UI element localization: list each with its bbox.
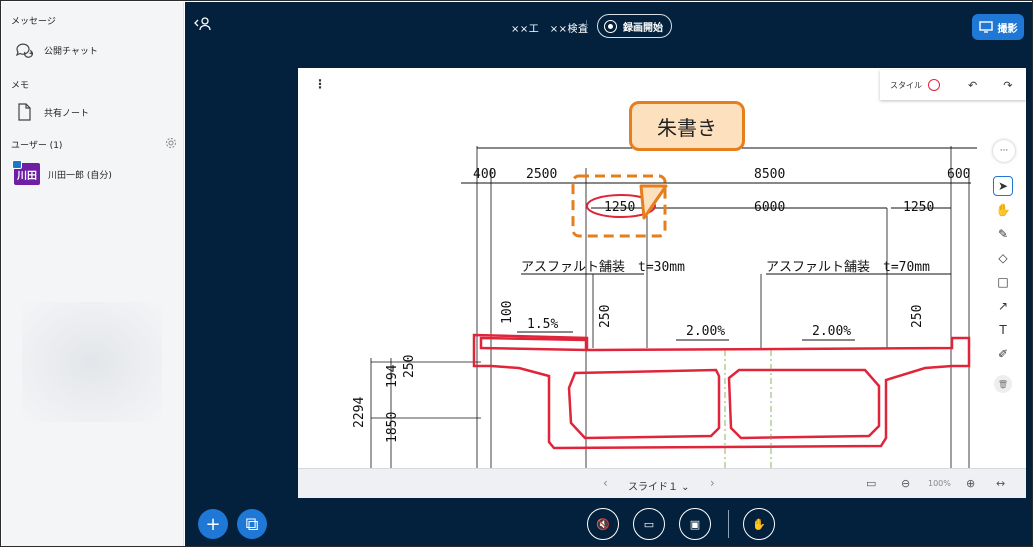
public-chat-label: 公開チャット [44,46,98,57]
dim-194: 194 [385,364,400,388]
zoom-in-icon[interactable]: ⊕ [966,477,975,490]
style-toolbar: スタイル ↶ ↷ [880,70,1026,100]
more-options-icon[interactable]: ⋮ [314,78,326,90]
dim-250-right: 250 [910,305,925,328]
select-tool-icon[interactable]: ➤ [993,176,1013,196]
avatar: 川田 [12,160,40,185]
public-chat-item[interactable]: 公開チャット [14,40,98,60]
redo-icon[interactable]: ↷ [1003,79,1012,92]
app-window: メッセージ 公開チャット メモ 共有ノート ユーザー (1) 川田 川田一郎 (… [0,0,1033,547]
dim-250-left: 250 [598,305,613,328]
shared-note-item[interactable]: 共有ノート [14,102,89,122]
user-name: 川田一郎 (自分) [48,170,112,181]
divider [728,510,729,538]
dim-2500: 2500 [526,167,557,182]
memo-heading: メモ [11,81,30,91]
dim-8500: 8500 [754,167,785,182]
more-tools-icon[interactable]: ··· [993,140,1015,162]
slide-footer: ‹ スライド１ ⌄ › ▭ ⊖ 100% ⊕ ↔ [298,468,1026,498]
raise-hand-button[interactable]: ✋ [743,508,775,540]
monitor-icon [978,21,993,33]
fit-width-icon[interactable]: ↔ [996,477,1005,490]
pan-tool-icon[interactable]: ✋ [993,200,1013,220]
slide-selector[interactable]: スライド１ ⌄ [628,478,690,493]
presenter-icon [12,160,22,169]
eraser-tool-icon[interactable]: ◇ [993,248,1013,268]
camera-button[interactable]: ▭ [633,508,665,540]
note-icon [18,103,31,121]
text-tool-icon[interactable]: T [993,320,1013,340]
undo-icon[interactable]: ↶ [968,79,977,92]
record-icon [604,19,617,33]
gear-icon[interactable] [165,137,177,149]
pen-tool-icon[interactable]: ✎ [993,224,1013,244]
rectangle-tool-icon[interactable]: □ [993,272,1013,292]
dim-1250-left: 1250 [604,200,635,215]
arrow-tool-icon[interactable]: ↗ [993,296,1013,316]
sidebar: メッセージ 公開チャット メモ 共有ノート ユーザー (1) 川田 川田一郎 (… [2,2,184,546]
share-label: 撮影 [997,23,1018,35]
zoom-out-icon[interactable]: ⊖ [901,477,910,490]
main-area: ××工 ××検査 録画開始 撮影 ⋮ スタイル ↶ ↷ 400 2500 850… [185,2,1032,546]
users-heading: ユーザー (1) [11,141,63,151]
shared-note-label: 共有ノート [44,108,90,119]
note-edit-tool-icon[interactable]: ✐ [993,344,1013,364]
next-slide-icon[interactable]: › [710,476,715,490]
record-label: 録画開始 [623,22,663,34]
dim-100: 100 [500,301,515,324]
screen-share-button[interactable]: ▣ [679,508,711,540]
trash-icon[interactable]: 🗑 [994,375,1012,393]
dim-1250-right: 1250 [903,200,934,215]
engineering-drawing: 400 2500 8500 600 1250 6000 1250 アスファルト舗… [352,146,977,468]
annotation-tools: ··· ➤ ✋ ✎ ◇ □ ↗ T ✐ 🗑 [986,138,1020,418]
divider [586,20,587,32]
share-screen-button[interactable]: 撮影 [972,14,1024,40]
zoom-level: 100% [928,479,951,488]
style-label: スタイル [890,80,922,90]
pavement-left: アスファルト舗装 t=30mm [521,260,685,275]
color-picker[interactable] [928,79,940,91]
external-link-button[interactable]: ⧉ [237,509,267,539]
pavement-right: アスファルト舗装 t=70mm [766,260,930,275]
slope-center-right: 2.00% [812,324,851,339]
dim-600: 600 [947,167,970,182]
dim-2294: 2294 [352,397,367,428]
dim-6000: 6000 [754,200,785,215]
audio-button[interactable]: 🔇 [587,508,619,540]
user-item[interactable]: 川田 川田一郎 (自分) [12,160,112,185]
record-button[interactable]: 録画開始 [597,14,672,38]
messages-heading: メッセージ [11,17,56,27]
dim-250: 250 [402,355,417,378]
slope-center-left: 2.00% [686,324,725,339]
dim-1850: 1850 [385,412,400,443]
add-button[interactable]: + [198,509,228,539]
thumbnail-icon[interactable]: ▭ [866,477,876,490]
callout-bubble: 朱書き [629,101,745,151]
blurred-area [22,302,162,422]
presenter-icon[interactable] [193,16,211,32]
meeting-title: ××工 ××検査 [511,24,589,35]
chat-icon [15,43,34,58]
slope-left: 1.5% [527,317,558,332]
prev-slide-icon[interactable]: ‹ [603,476,608,490]
dim-400: 400 [473,167,496,182]
